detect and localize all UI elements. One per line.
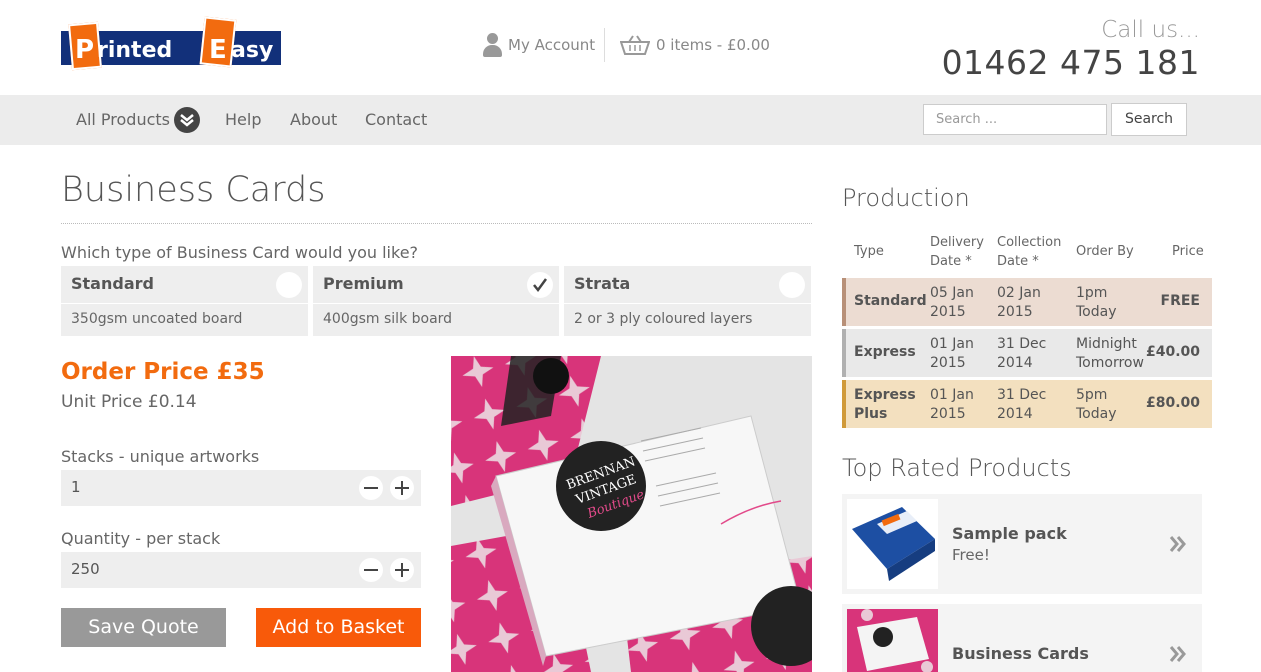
production-row-standard[interactable]: Standard 05 Jan 2015 02 Jan 2015 1pm Today … <box>842 278 1212 326</box>
site-header: P rinted E asy My Account 0 items - £0.0… <box>0 0 1261 95</box>
minus-icon[interactable] <box>359 476 383 500</box>
nav-all-products[interactable]: All Products <box>76 95 170 145</box>
type-question: Which type of Business Card would you li… <box>61 243 419 262</box>
user-icon <box>482 32 502 58</box>
production-row-express-plus[interactable]: Express Plus 01 Jan 2015 31 Dec 2014 5pm Tod… <box>842 380 1212 428</box>
double-chevron-right-icon[interactable] <box>1168 644 1188 664</box>
top-rated-name[interactable]: Business Cards <box>952 644 1089 663</box>
title-divider <box>61 223 812 224</box>
quantity-stepper[interactable]: 250 <box>61 552 421 588</box>
svg-text:asy: asy <box>231 38 273 63</box>
main-nav: All Products Help About Contact Search .… <box>0 95 1261 145</box>
radio-unchecked-icon[interactable] <box>779 272 805 298</box>
double-chevron-right-icon[interactable] <box>1168 534 1188 554</box>
top-rated-item[interactable]: Sample pack Free! <box>842 494 1202 594</box>
page-title: Business Cards <box>61 170 326 210</box>
stacks-stepper[interactable]: 1 <box>61 470 421 506</box>
logo-wordmark: P rinted E asy <box>75 35 273 65</box>
my-account-link[interactable]: My Account <box>482 31 595 59</box>
col-delivery: Delivery Date * <box>930 235 984 269</box>
type-option-premium[interactable]: Premium 400gsm silk board <box>313 266 559 336</box>
stacks-label: Stacks - unique artworks <box>61 447 260 466</box>
basket-summary: 0 items - £0.00 <box>656 36 770 54</box>
call-us: Call us... 01462 475 181 <box>942 16 1200 82</box>
production-heading: Production <box>842 184 970 212</box>
type-desc: 2 or 3 ply coloured layers <box>574 311 753 327</box>
top-rated-name[interactable]: Sample pack <box>952 524 1067 543</box>
basket-link[interactable]: 0 items - £0.00 <box>620 31 770 59</box>
col-collection: Collection Date * <box>997 235 1062 269</box>
plus-icon[interactable] <box>390 476 414 500</box>
add-to-basket-button[interactable]: Add to Basket <box>256 608 421 647</box>
sample-pack-thumbnail <box>847 499 938 589</box>
svg-text:rinted: rinted <box>97 38 172 63</box>
col-price: Price <box>1172 244 1204 259</box>
col-type: Type <box>854 244 884 259</box>
col-order-by: Order By <box>1076 244 1134 259</box>
type-desc: 350gsm uncoated board <box>71 311 243 327</box>
minus-icon[interactable] <box>359 558 383 582</box>
top-rated-heading: Top Rated Products <box>842 454 1072 482</box>
type-name: Premium <box>323 274 404 293</box>
nav-contact[interactable]: Contact <box>365 95 427 145</box>
quantity-label: Quantity - per stack <box>61 529 221 548</box>
search-input[interactable]: Search ... <box>923 104 1107 135</box>
call-us-label: Call us... <box>1101 17 1200 43</box>
product-image: BRENNAN VINTAGE Boutique <box>451 356 812 672</box>
nav-about[interactable]: About <box>290 95 337 145</box>
type-name: Standard <box>71 274 154 293</box>
phone-number[interactable]: 01462 475 181 <box>942 44 1200 82</box>
unit-price: Unit Price £0.14 <box>61 392 197 412</box>
chevron-down-icon[interactable] <box>174 107 200 133</box>
order-price: Order Price £35 <box>61 359 265 385</box>
top-rated-item[interactable]: Business Cards <box>842 604 1202 672</box>
business-cards-thumbnail <box>847 609 938 672</box>
nav-help[interactable]: Help <box>225 95 261 145</box>
type-option-strata[interactable]: Strata 2 or 3 ply coloured layers <box>564 266 811 336</box>
basket-icon <box>620 35 650 55</box>
svg-text:E: E <box>209 35 227 65</box>
save-quote-button[interactable]: Save Quote <box>61 608 226 647</box>
top-rated-sub: Free! <box>952 546 990 564</box>
logo[interactable]: P rinted E asy <box>61 16 281 72</box>
type-option-standard[interactable]: Standard 350gsm uncoated board <box>61 266 308 336</box>
stacks-value[interactable]: 1 <box>71 478 81 496</box>
quantity-value[interactable]: 250 <box>71 560 100 578</box>
radio-unchecked-icon[interactable] <box>276 272 302 298</box>
production-row-express[interactable]: Express 01 Jan 2015 31 Dec 2014 Midnight To… <box>842 329 1212 377</box>
my-account-label: My Account <box>508 36 596 54</box>
type-name: Strata <box>574 274 631 293</box>
plus-icon[interactable] <box>390 558 414 582</box>
svg-text:P: P <box>75 35 94 65</box>
type-desc: 400gsm silk board <box>323 311 453 327</box>
header-divider <box>604 28 605 62</box>
checkmark-icon[interactable] <box>527 272 553 298</box>
search-button[interactable]: Search <box>1111 103 1187 136</box>
